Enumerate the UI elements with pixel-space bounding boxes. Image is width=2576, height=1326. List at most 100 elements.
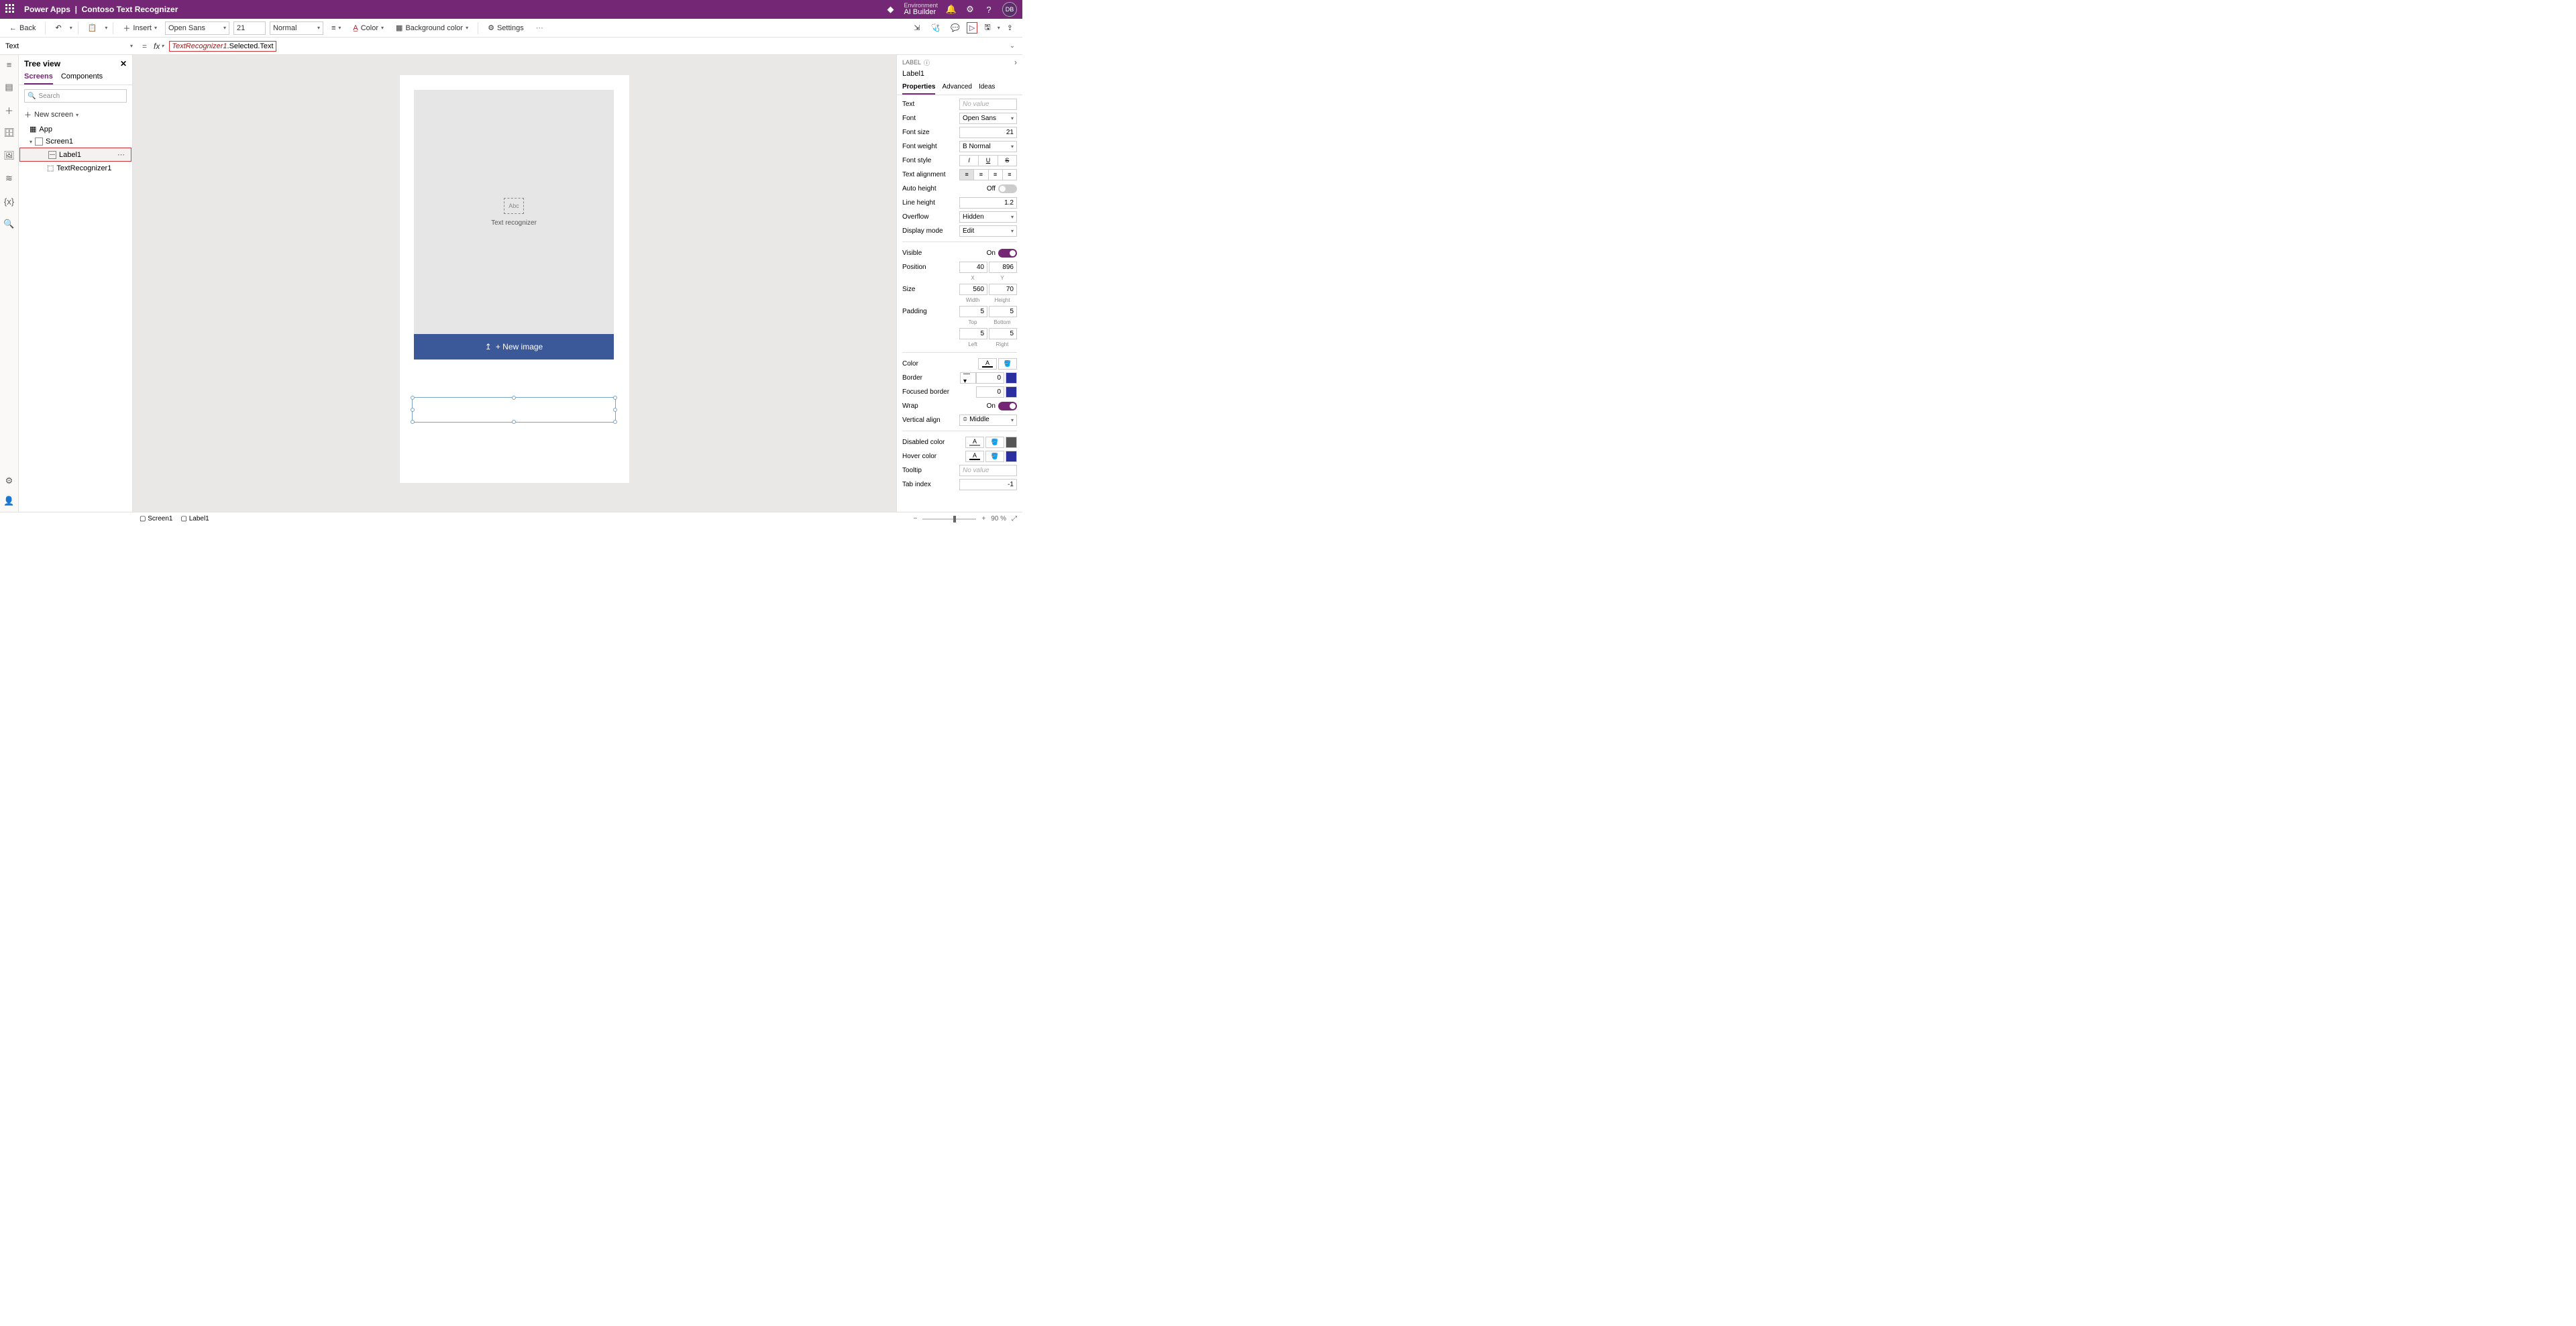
prop-disabled-fontcolor[interactable]: A [965,437,984,448]
fit-icon[interactable]: ⤢ [1012,515,1017,522]
play-button[interactable]: ▷ [967,22,977,34]
search-input[interactable]: 🔍 Search [24,89,127,103]
prop-lineheight-input[interactable]: 1.2 [959,197,1017,209]
publish-icon[interactable]: ⇪ [1003,22,1017,34]
tab-advanced[interactable]: Advanced [942,80,971,95]
search-icon[interactable]: 🔍 [4,219,15,229]
share-icon[interactable]: ⇲ [910,22,924,34]
tree-item-label1[interactable]: Label1⋯ [19,148,131,162]
prop-tooltip-input[interactable]: No value [959,465,1017,476]
fx-icon[interactable]: fx▾ [151,42,166,51]
prop-font-select[interactable]: Open Sans▾ [959,113,1017,124]
prop-wrap-toggle[interactable] [998,402,1017,410]
checker-icon[interactable]: 🩺 [927,22,945,34]
prop-x-input[interactable]: 40 [959,262,987,273]
back-button[interactable]: ← Back [5,23,40,34]
tree-view-icon[interactable]: ▤ [4,82,15,93]
paste-button[interactable]: 📋 [84,22,101,34]
tab-properties[interactable]: Properties [902,80,935,95]
hamburger-icon[interactable]: ≡ [4,59,15,70]
new-image-button[interactable]: ↥ + New image [414,334,614,360]
prop-borderstyle[interactable]: —▾ [960,372,976,384]
prop-autoheight-toggle[interactable] [998,184,1017,193]
prop-fontweight-select[interactable]: B Normal▾ [959,141,1017,152]
prop-overflow-select[interactable]: Hidden▾ [959,211,1017,223]
media-icon[interactable]: 🖼 [4,150,15,161]
new-screen-button[interactable]: ＋ New screen ▾ [19,107,132,123]
prop-width-input[interactable]: 560 [959,284,987,295]
prop-y-input[interactable]: 896 [989,262,1017,273]
prop-padbottom-input[interactable]: 5 [989,306,1017,317]
environment-picker[interactable]: Environment AI Builder [904,3,938,16]
notifications-icon[interactable]: 🔔 [946,4,957,15]
prop-fillcolor-btn[interactable]: 🪣 [998,358,1017,370]
prop-text-input[interactable]: No value [959,99,1017,110]
prop-fontcolor-btn[interactable]: A [978,358,997,370]
prop-focusedbordercolor-swatch[interactable] [1006,386,1017,398]
tree-item-app[interactable]: ▦ App [19,123,132,135]
more-button[interactable]: ⋯ [532,22,547,34]
prop-bordercolor-swatch[interactable] [1006,372,1017,384]
save-chevron[interactable]: ▾ [998,25,1000,31]
help-icon[interactable]: ? [983,4,994,15]
ask-icon[interactable]: 👤 [4,496,15,506]
prop-padright-input[interactable]: 5 [989,328,1017,339]
formula-input[interactable]: TextRecognizer1.Selected.Text [166,38,1002,54]
bgcolor-button[interactable]: ▦ Background color ▾ [392,22,472,34]
info-icon[interactable]: ⓘ [924,58,930,67]
variables-icon[interactable]: {x} [4,196,15,207]
paste-chevron[interactable]: ▾ [105,25,107,31]
environment-icon[interactable]: ◆ [885,4,896,15]
insert-icon[interactable]: ＋ [4,105,15,115]
avatar[interactable]: DB [1002,2,1017,17]
prop-padtop-input[interactable]: 5 [959,306,987,317]
prop-fontstyle-seg[interactable]: IUS [959,155,1017,166]
sb-screen[interactable]: ▢ Screen1 [140,515,172,522]
more-icon[interactable]: ⋯ [117,150,125,159]
tree-item-screen1[interactable]: ▾ Screen1 [19,135,132,148]
prop-hover-fontcolor[interactable]: A [965,451,984,462]
prop-disabled-fillcolor[interactable]: 🪣 [985,437,1004,448]
property-dropdown[interactable]: Text▾ [0,38,138,54]
zoom-out-icon[interactable]: − [914,515,918,522]
comments-icon[interactable]: 💬 [947,22,964,34]
prop-hover-fillcolor[interactable]: 🪣 [985,451,1004,462]
settings-icon[interactable]: ⚙ [965,4,975,15]
sb-label[interactable]: ▢ Label1 [180,515,209,522]
prop-hover-swatch[interactable] [1006,451,1017,462]
undo-button[interactable]: ↶ [51,22,65,34]
label-control-selected[interactable] [412,397,616,423]
insert-button[interactable]: ＋ Insert ▾ [119,21,161,35]
prop-fontsize-input[interactable]: 21 [959,127,1017,138]
close-icon[interactable]: ✕ [120,59,127,68]
tab-components[interactable]: Components [61,70,103,85]
fontsize-input[interactable]: 21 [233,21,266,35]
settings-button[interactable]: ⚙ Settings [484,22,528,34]
collapse-icon[interactable]: › [1014,58,1017,67]
data-icon[interactable]: 🗄 [4,127,15,138]
fontweight-select[interactable]: Normal▾ [270,21,323,35]
prop-focusedborder-input[interactable]: 0 [976,386,1004,398]
zoom-in-icon[interactable]: + [981,515,985,522]
prop-padleft-input[interactable]: 5 [959,328,987,339]
save-icon[interactable]: 🖫 [980,20,994,36]
tree-item-textrecognizer[interactable]: ⬚ TextRecognizer1 [19,162,132,174]
canvas[interactable]: Abc Text recognizer ↥ + New image [133,55,896,512]
expand-formula-icon[interactable]: ⌄ [1002,42,1022,50]
color-button[interactable]: A̲ Color ▾ [349,23,388,34]
waffle-icon[interactable] [5,4,16,15]
prop-borderwidth-input[interactable]: 0 [976,372,1004,384]
undo-chevron[interactable]: ▾ [70,25,72,31]
font-select[interactable]: Open Sans▾ [165,21,229,35]
rail-settings-icon[interactable]: ⚙ [4,476,15,486]
powerautomate-icon[interactable]: ≋ [4,173,15,184]
prop-visible-toggle[interactable] [998,249,1017,258]
prop-disabled-swatch[interactable] [1006,437,1017,448]
tab-screens[interactable]: Screens [24,70,53,85]
tab-ideas[interactable]: Ideas [979,80,995,95]
align-button[interactable]: ≡ ▾ [327,23,345,34]
prop-align-seg[interactable]: ≡≡≡≡ [959,169,1017,180]
prop-valign-select[interactable]: ⯐ Middle▾ [959,415,1017,426]
prop-height-input[interactable]: 70 [989,284,1017,295]
zoom-slider[interactable] [922,518,976,520]
